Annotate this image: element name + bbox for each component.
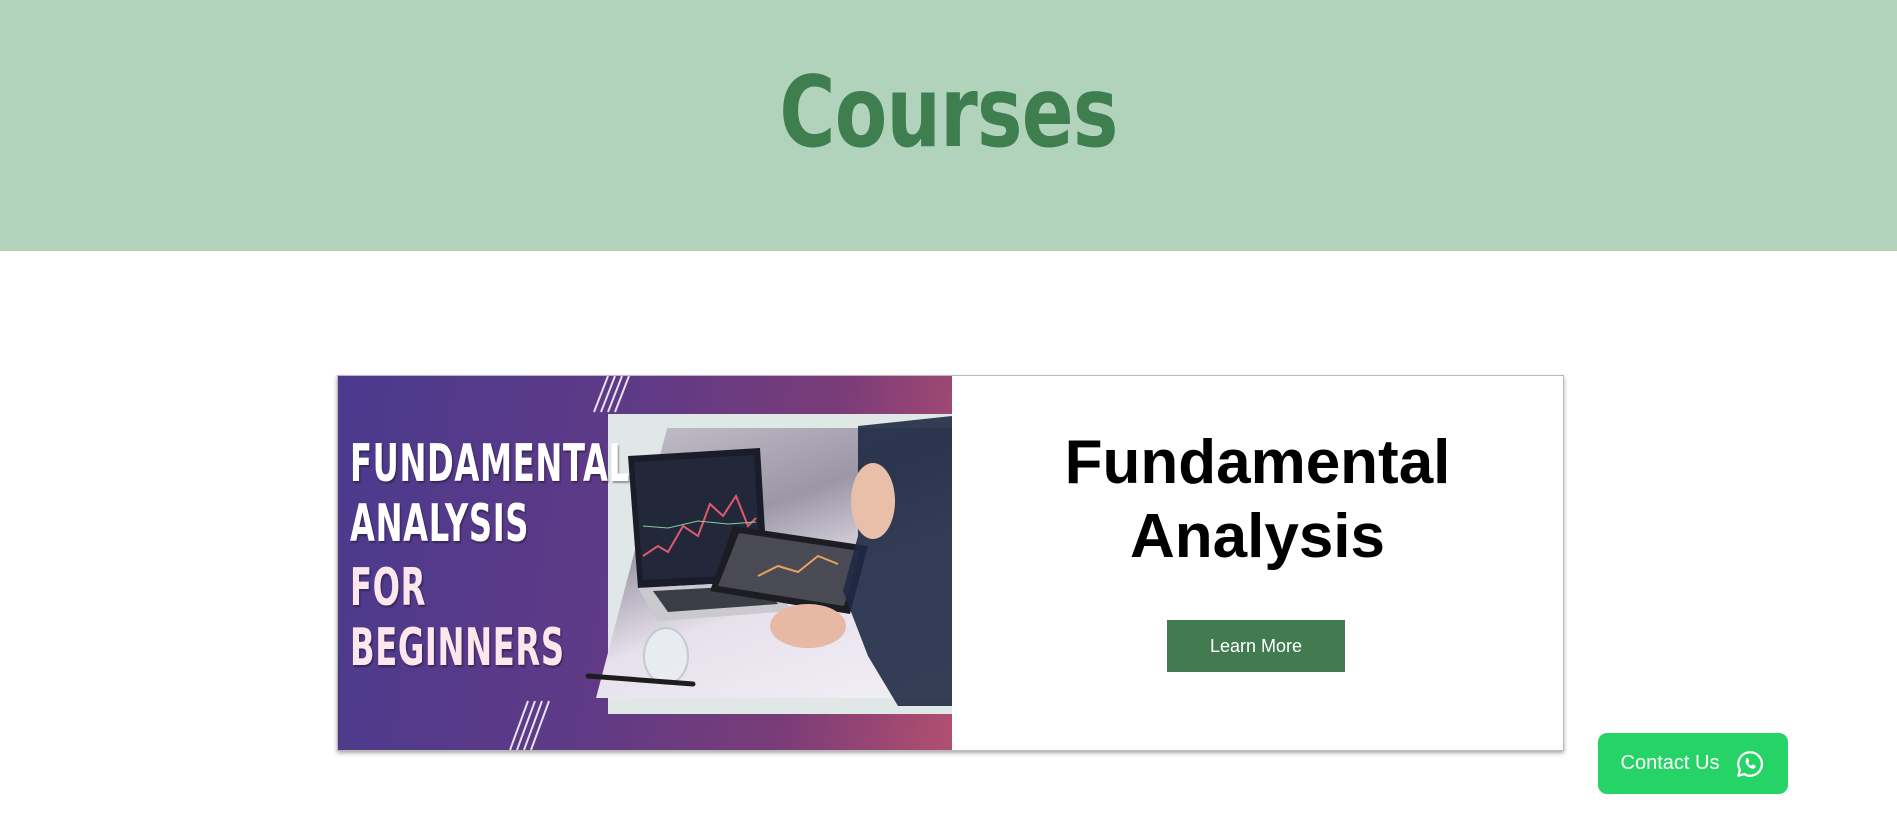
learn-more-button[interactable]: Learn More	[1167, 620, 1345, 672]
course-title: Fundamental Analysis	[952, 426, 1563, 574]
banner-text-line3: FOR	[350, 558, 427, 618]
banner-text-line4: BEGINNERS	[350, 618, 565, 678]
contact-us-label: Contact Us	[1620, 752, 1720, 774]
banner-graphics	[509, 376, 952, 750]
contact-us-button[interactable]: Contact Us	[1598, 733, 1788, 794]
page-header: Courses	[0, 0, 1897, 251]
whatsapp-icon	[1737, 750, 1764, 777]
course-title-line1: Fundamental	[1064, 428, 1451, 497]
banner-text-line2: ANALYSIS	[350, 494, 530, 554]
banner-text-line1: FUNDAMENTAL	[350, 434, 630, 494]
course-banner-image[interactable]: FUNDAMENTAL ANALYSIS FOR BEGINNERS	[338, 376, 952, 750]
course-card: FUNDAMENTAL ANALYSIS FOR BEGINNERS Funda…	[337, 375, 1564, 751]
page-title: Courses	[779, 56, 1118, 170]
course-title-line2: Analysis	[1129, 502, 1386, 571]
